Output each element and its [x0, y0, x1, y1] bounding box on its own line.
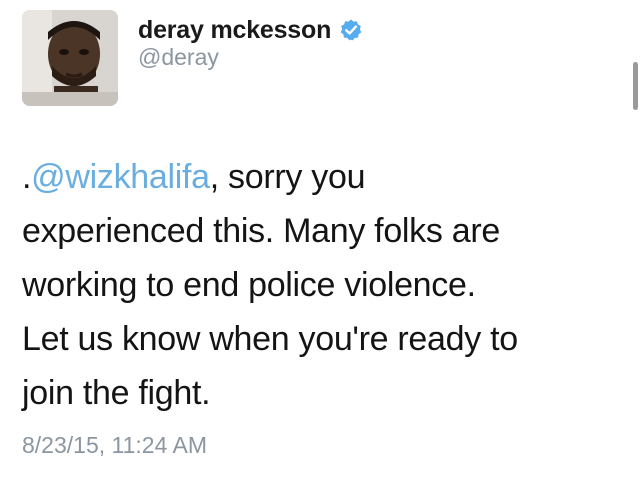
tweet-prefix: . — [22, 158, 32, 196]
tweet-card: deray mckesson @deray .@wizkhalifa, sorr… — [0, 0, 640, 490]
author-display-name[interactable]: deray mckesson — [138, 16, 331, 45]
avatar-photo — [22, 10, 118, 106]
author-handle[interactable]: @deray — [138, 44, 219, 71]
scrollbar-thumb[interactable] — [633, 62, 638, 110]
tweet-line-3: working to end police violence. — [22, 266, 476, 304]
author-name-row: deray mckesson — [138, 14, 363, 46]
tweet-body: .@wizkhalifa, sorry you experienced this… — [22, 150, 622, 420]
tweet-line-1: .@wizkhalifa, sorry you — [22, 150, 622, 204]
tweet-timestamp[interactable]: 8/23/15, 11:24 AM — [22, 432, 207, 459]
verified-badge-icon — [339, 18, 363, 42]
tweet-line-4: Let us know when you're ready to — [22, 320, 518, 358]
tweet-line-5: join the fight. — [22, 374, 211, 412]
tweet-line-2: experienced this. Many folks are — [22, 212, 500, 250]
mention-link[interactable]: @wizkhalifa — [31, 158, 210, 196]
author-avatar[interactable] — [22, 10, 118, 106]
tweet-line-1-text: , sorry you — [209, 158, 366, 196]
